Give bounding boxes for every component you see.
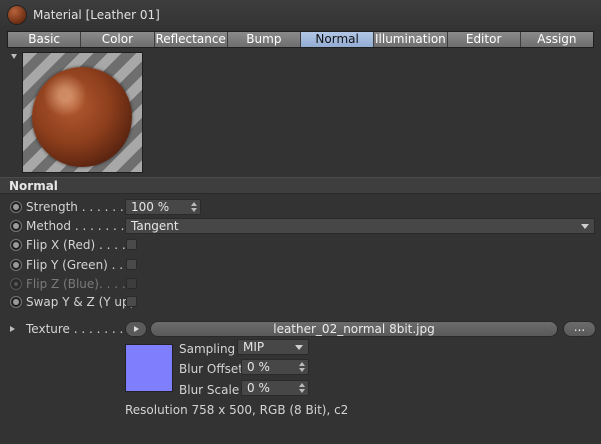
blur-scale-label: Blur Scale: [179, 383, 240, 397]
flip-x-animate-radio[interactable]: [10, 239, 22, 251]
material-thumbnail-icon[interactable]: [8, 6, 26, 24]
blur-offset-value: 0 %: [247, 360, 270, 374]
material-preview[interactable]: [22, 52, 143, 173]
texture-browse-button[interactable]: ...: [563, 321, 596, 337]
tab-editor[interactable]: Editor: [447, 32, 521, 47]
texture-expand-arrow-icon[interactable]: [10, 326, 15, 332]
method-label: Method . . . . . . . . .: [26, 219, 140, 233]
blur-offset-input[interactable]: 0 %: [241, 359, 309, 375]
swap-yz-checkbox[interactable]: [126, 296, 137, 307]
flip-y-row: Flip Y (Green) . . . .: [0, 256, 601, 275]
tab-bump[interactable]: Bump: [227, 32, 301, 47]
material-header: Material [Leather 01]: [0, 0, 601, 30]
preview-sphere: [32, 67, 132, 167]
preview-collapse-arrow-icon[interactable]: [11, 54, 17, 59]
strength-spinner-icon[interactable]: [191, 202, 197, 212]
section-header: Normal: [0, 177, 601, 194]
flip-z-animate-radio: [10, 278, 22, 290]
flip-z-checkbox: [126, 278, 137, 289]
method-dropdown[interactable]: Tangent: [125, 218, 595, 234]
texture-swatch[interactable]: [125, 344, 173, 392]
texture-row: Texture . . . . . . . . . leather_02_nor…: [0, 320, 601, 339]
tab-color[interactable]: Color: [81, 32, 155, 47]
swap-yz-animate-radio[interactable]: [10, 296, 22, 308]
flip-x-checkbox[interactable]: [126, 239, 137, 250]
texture-play-icon[interactable]: [125, 321, 147, 337]
blur-scale-value: 0 %: [247, 381, 270, 395]
strength-input[interactable]: 100 %: [125, 199, 201, 215]
blur-scale-spinner-icon[interactable]: [299, 383, 305, 393]
flip-y-label: Flip Y (Green) . . . .: [26, 258, 139, 272]
tab-illumination[interactable]: Illumination: [374, 32, 448, 47]
tab-normal[interactable]: Normal: [301, 32, 375, 47]
tab-basic[interactable]: Basic: [8, 32, 82, 47]
blur-offset-label: Blur Offset: [179, 362, 243, 376]
material-editor-panel: Material [Leather 01] Basic Color Reflec…: [0, 0, 601, 444]
chevron-down-icon: [295, 345, 303, 350]
flip-z-label: Flip Z (Blue). . . . .: [26, 277, 134, 291]
method-value: Tangent: [131, 219, 179, 233]
method-animate-radio[interactable]: [10, 220, 22, 232]
texture-file-button[interactable]: leather_02_normal 8bit.jpg: [150, 321, 558, 337]
chevron-down-icon: [581, 224, 589, 229]
section-title: Normal: [9, 179, 58, 193]
flip-x-row: Flip X (Red) . . . . .: [0, 236, 601, 255]
sampling-label: Sampling: [179, 342, 236, 356]
strength-value: 100 %: [131, 200, 170, 214]
sampling-dropdown[interactable]: MIP: [237, 339, 309, 355]
sampling-value: MIP: [243, 340, 265, 354]
channel-tabs: Basic Color Reflectance Bump Normal Illu…: [7, 31, 594, 48]
texture-resolution: Resolution 758 x 500, RGB (8 Bit), c2: [125, 403, 349, 417]
flip-y-animate-radio[interactable]: [10, 259, 22, 271]
material-title: Material [Leather 01]: [33, 8, 160, 22]
strength-row: Strength . . . . . . . . 100 %: [0, 198, 601, 217]
tab-assign[interactable]: Assign: [520, 32, 593, 47]
swap-yz-row: Swap Y & Z (Y up): [0, 293, 601, 312]
flip-y-checkbox[interactable]: [126, 259, 137, 270]
blur-offset-spinner-icon[interactable]: [299, 362, 305, 372]
swap-yz-label: Swap Y & Z (Y up): [26, 295, 135, 309]
strength-label: Strength . . . . . . . .: [26, 200, 139, 214]
texture-label: Texture . . . . . . . . .: [26, 322, 139, 336]
flip-x-label: Flip X (Red) . . . . .: [26, 238, 134, 252]
flip-z-row: Flip Z (Blue). . . . .: [0, 275, 601, 294]
method-row: Method . . . . . . . . . Tangent: [0, 217, 601, 236]
blur-scale-input[interactable]: 0 %: [241, 380, 309, 396]
tab-reflectance[interactable]: Reflectance: [154, 32, 228, 47]
strength-animate-radio[interactable]: [10, 201, 22, 213]
